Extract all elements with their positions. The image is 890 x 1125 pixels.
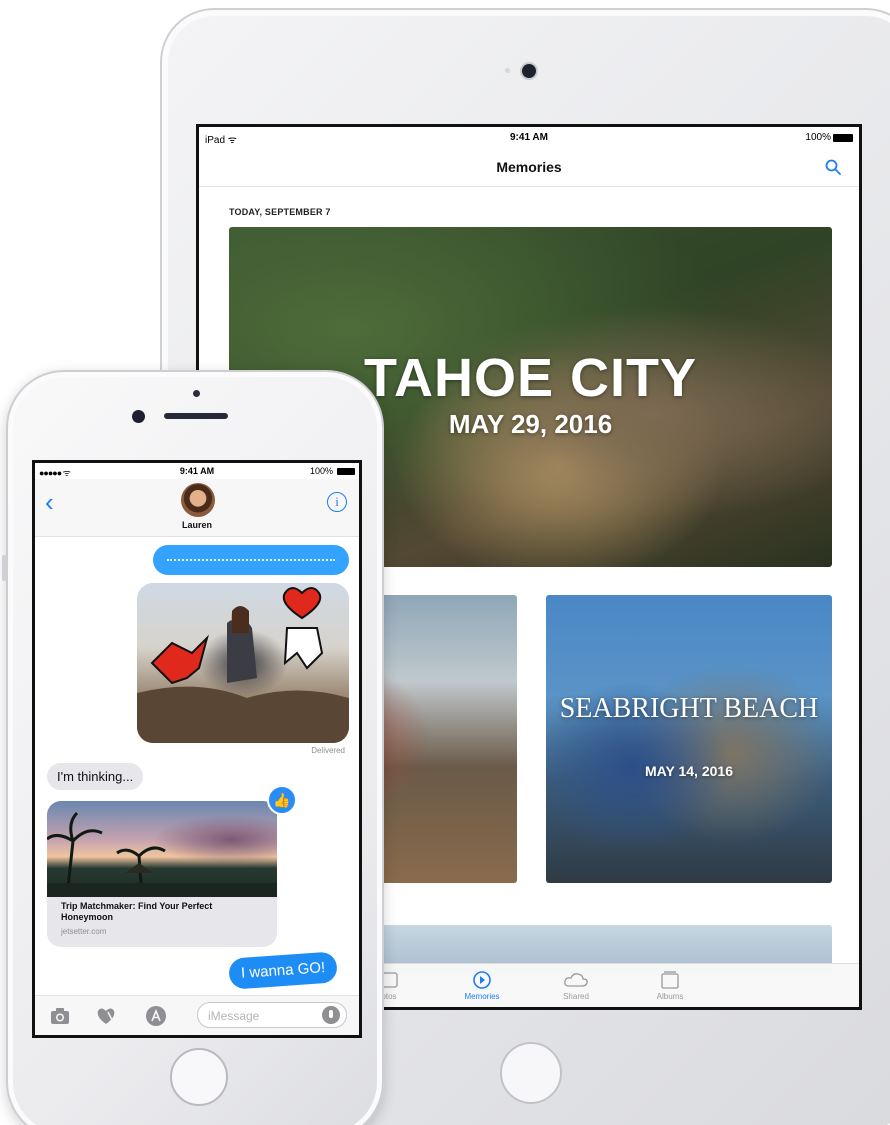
red-figure-icon (150, 634, 209, 685)
palm-trees-illustration (47, 811, 277, 898)
message-input-placeholder: iMessage (208, 1009, 260, 1023)
search-icon[interactable] (825, 159, 841, 175)
iphone-home-button[interactable] (170, 1048, 228, 1106)
iphone-side-button (2, 555, 7, 581)
incoming-message[interactable]: I'm thinking... (47, 763, 144, 790)
cloud-icon (564, 973, 588, 987)
contact-name: Lauren (181, 520, 212, 530)
tab-memories[interactable]: Memories (447, 970, 517, 1001)
outgoing-photo-message[interactable] (137, 583, 349, 743)
tab-label: Memories (464, 992, 500, 1001)
link-preview-image (47, 801, 277, 898)
invisible-ink-effect (167, 559, 335, 562)
battery-icon (337, 468, 355, 475)
tab-albums[interactable]: Albums (635, 970, 705, 1001)
app-store-icon[interactable] (145, 1005, 167, 1027)
albums-icon (661, 971, 679, 989)
memory-date: MAY 14, 2016 (645, 763, 733, 779)
iphone-battery-label: 100% (309, 466, 333, 476)
memory-card-seabright[interactable]: SEABRIGHT BEACH MAY 14, 2016 (546, 595, 832, 883)
link-preview-card[interactable]: Trip Matchmaker: Find Your Perfect Honey… (47, 801, 277, 947)
ipad-time: 9:41 AM (510, 132, 548, 143)
microphone-icon[interactable] (322, 1006, 340, 1024)
conversation-header: ‹ Lauren i (35, 479, 359, 537)
section-date: TODAY, SEPTEMBER 7 (229, 207, 331, 217)
ipad-camera (522, 64, 536, 78)
ipad-status-bar: iPad ᯤ 9:41 AM 100% (199, 127, 859, 147)
digital-touch-icon[interactable] (95, 1005, 117, 1027)
camera-icon[interactable] (49, 1005, 71, 1027)
ipad-nav-bar: Memories (199, 147, 859, 187)
outgoing-ink-message[interactable] (153, 545, 349, 575)
memories-icon (473, 971, 491, 989)
ipad-sensor (505, 68, 510, 73)
iphone-screen: ●●●●● ᯤ 9:41 AM 100% ‹ Lauren i Delivere… (32, 460, 362, 1038)
page-title: Memories (496, 159, 562, 175)
message-input[interactable]: iMessage (197, 1002, 347, 1028)
link-url: jetsetter.com (61, 927, 107, 936)
sticker-overlay (137, 587, 349, 743)
heart-figure-icon (282, 587, 324, 670)
link-title: Trip Matchmaker: Find Your Perfect Honey… (61, 901, 213, 922)
thumbs-up-tapback-icon[interactable]: 👍 (267, 785, 297, 815)
iphone-sensor (193, 390, 200, 397)
info-icon[interactable]: i (327, 492, 347, 512)
iphone-camera (132, 410, 145, 423)
iphone-speaker (164, 413, 228, 419)
tab-shared[interactable]: Shared (541, 970, 611, 1001)
memory-title: SEABRIGHT BEACH (559, 693, 819, 724)
delivered-status: Delivered (311, 746, 345, 755)
iphone-status-bar: ●●●●● ᯤ 9:41 AM 100% (35, 463, 359, 479)
battery-icon (833, 134, 853, 142)
message-composer: iMessage (35, 995, 359, 1035)
avatar[interactable] (181, 483, 215, 517)
tab-label: Albums (656, 992, 684, 1001)
back-chevron-icon[interactable]: ‹ (45, 489, 54, 515)
ipad-battery-label: 100% (805, 132, 831, 143)
tab-label: Shared (563, 992, 589, 1001)
ipad-home-button[interactable] (500, 1042, 562, 1104)
outgoing-message[interactable]: I wanna GO! (228, 951, 339, 990)
